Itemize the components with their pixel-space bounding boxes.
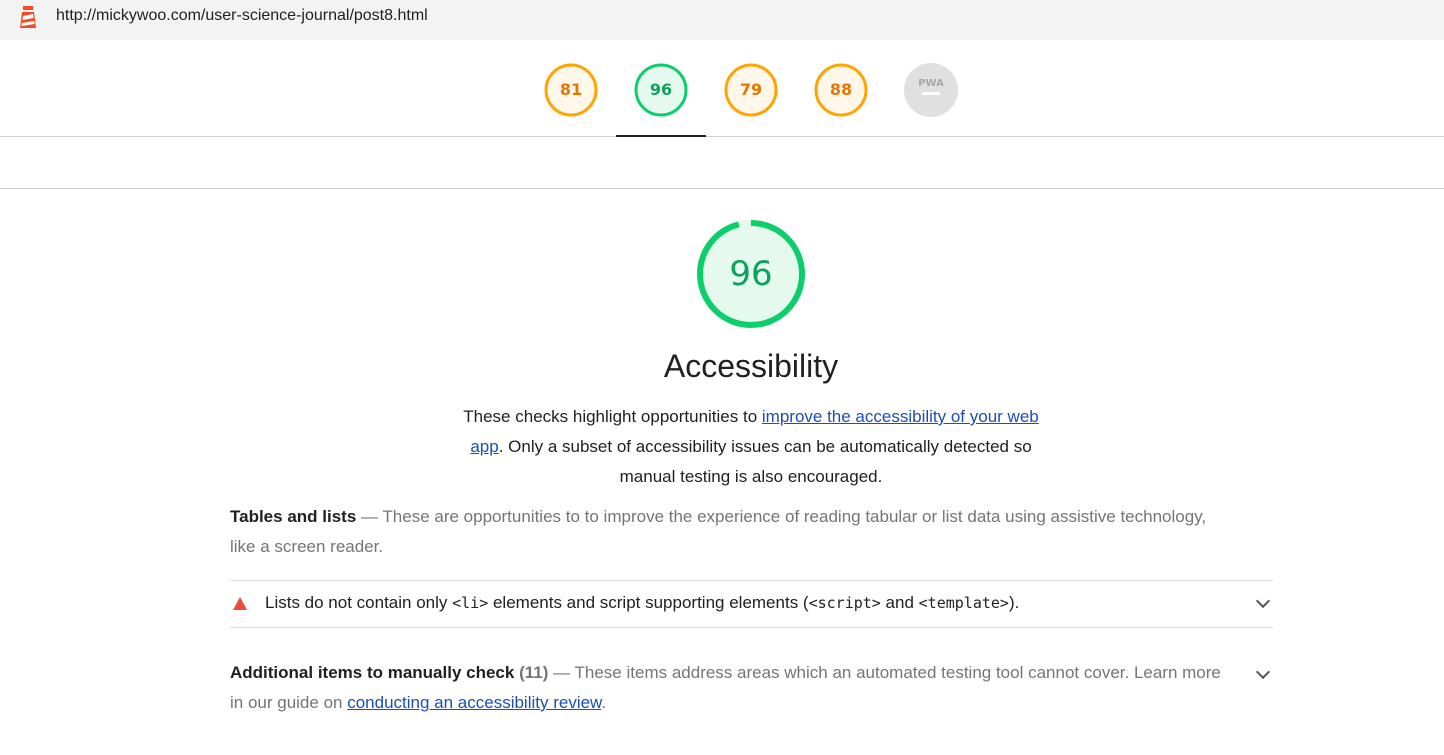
- gauge-score: 88: [829, 80, 853, 99]
- score-gauges: 81 96 79 88 PWA: [0, 40, 1444, 137]
- category-gauge: 96: [696, 219, 806, 329]
- gauge-accessibility[interactable]: 96: [633, 62, 689, 118]
- desc-text: . Only a subset of accessibility issues …: [498, 437, 1032, 486]
- chevron-down-icon[interactable]: [1255, 593, 1271, 609]
- accessibility-review-link[interactable]: conducting an accessibility review: [347, 693, 601, 712]
- gauge-score: 81: [559, 80, 583, 99]
- gauge-seo[interactable]: 88: [813, 62, 869, 118]
- audit-code: <template>: [918, 594, 1009, 612]
- group-text: .: [601, 693, 607, 712]
- audit-text: ).: [1008, 593, 1020, 612]
- separator: —: [356, 507, 383, 526]
- pwa-icon: PWA: [904, 63, 958, 117]
- gauge-performance[interactable]: 81: [543, 62, 599, 118]
- audit-code: <li>: [452, 594, 489, 612]
- desc-text: These checks highlight opportunities to: [463, 407, 762, 426]
- fail-triangle-icon: [233, 597, 247, 610]
- url-bar: http://mickywoo.com/user-science-journal…: [0, 0, 1444, 40]
- active-tab-indicator: [616, 135, 706, 137]
- page-url[interactable]: http://mickywoo.com/user-science-journal…: [56, 7, 428, 25]
- gauge-score: 79: [739, 80, 763, 99]
- pwa-label: PWA: [918, 78, 944, 89]
- audit-list-row[interactable]: Lists do not contain only <li> elements …: [229, 580, 1273, 628]
- audit-text: and: [880, 593, 919, 612]
- group-title: Additional items to manually check: [230, 663, 515, 682]
- category-score: 96: [729, 254, 773, 294]
- lighthouse-icon: [20, 6, 36, 28]
- audit-text: Lists do not contain only: [265, 593, 453, 612]
- group-title: Tables and lists: [230, 507, 357, 526]
- separator: —: [548, 663, 575, 682]
- audit-code: <script>: [808, 594, 881, 612]
- gauge-pwa[interactable]: PWA: [903, 62, 959, 118]
- chevron-down-icon[interactable]: [1255, 664, 1271, 680]
- gauge-score: 96: [649, 80, 673, 99]
- audit-text: elements and script supporting elements …: [488, 593, 809, 612]
- group-manual-check[interactable]: Additional items to manually check (11) …: [230, 658, 1230, 718]
- category-title: Accessibility: [663, 348, 839, 384]
- divider: [0, 188, 1444, 189]
- group-tables-and-lists: Tables and lists — These are opportuniti…: [230, 502, 1230, 562]
- gauge-best-practices[interactable]: 79: [723, 62, 779, 118]
- category-description: These checks highlight opportunities to …: [456, 402, 1046, 492]
- group-count: (11): [519, 663, 549, 682]
- audit-title: Lists do not contain only <li> elements …: [265, 593, 1019, 613]
